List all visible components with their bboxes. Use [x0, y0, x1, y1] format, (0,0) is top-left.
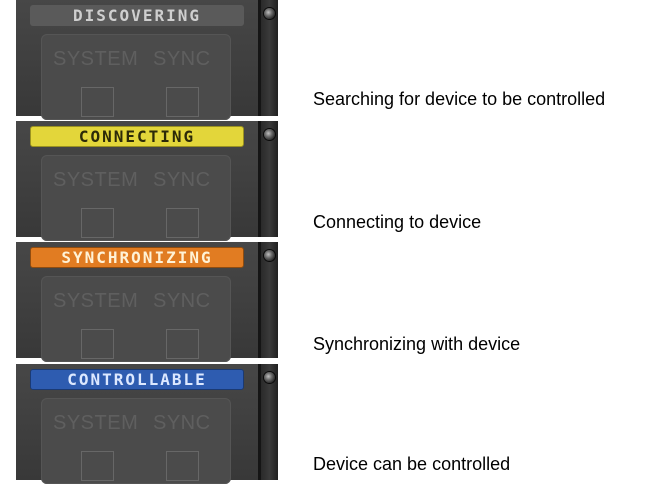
state-row-discovering: DISCOVERING SYSTEM SYNC Searching for de…: [0, 0, 654, 120]
sync-label: SYNC: [153, 290, 211, 312]
panel-body: SYNCHRONIZING SYSTEM SYNC: [16, 242, 258, 362]
sync-label: SYNC: [153, 412, 211, 434]
system-label: SYSTEM: [53, 412, 139, 434]
system-indicator: [81, 87, 114, 117]
sync-indicator: [166, 208, 199, 238]
indicator-group: SYSTEM SYNC: [41, 155, 231, 241]
panel-side-rail: [261, 364, 278, 480]
network-panel: CONTROLLABLE SYSTEM SYNC: [16, 364, 278, 484]
system-indicator: [81, 208, 114, 238]
system-label: SYSTEM: [53, 169, 139, 191]
system-label: SYSTEM: [53, 290, 139, 312]
state-row-connecting: CONNECTING SYSTEM SYNC Connecting to dev…: [0, 121, 654, 241]
state-row-controllable: CONTROLLABLE SYSTEM SYNC Device can be c…: [0, 364, 654, 484]
sync-label: SYNC: [153, 169, 211, 191]
status-indicator: DISCOVERING: [30, 5, 244, 26]
state-row-synchronizing: SYNCHRONIZING SYSTEM SYNC Synchronizing …: [0, 242, 654, 362]
status-indicator: SYNCHRONIZING: [30, 247, 244, 268]
status-indicator: CONNECTING: [30, 126, 244, 147]
screw-knob-icon: [264, 372, 275, 383]
sync-indicator: [166, 329, 199, 359]
state-description: Synchronizing with device: [313, 334, 521, 354]
indicator-group: SYSTEM SYNC: [41, 276, 231, 362]
state-description: Searching for device to be controlled: [313, 89, 606, 109]
indicator-group: SYSTEM SYNC: [41, 34, 231, 120]
screw-knob-icon: [264, 250, 275, 261]
panel-body: CONNECTING SYSTEM SYNC: [16, 121, 258, 241]
screw-knob-icon: [264, 129, 275, 140]
network-panel: SYNCHRONIZING SYSTEM SYNC: [16, 242, 278, 362]
sync-indicator: [166, 451, 199, 481]
state-description: Device can be controlled: [313, 454, 511, 474]
status-indicator: CONTROLLABLE: [30, 369, 244, 390]
panel-side-rail: [261, 121, 278, 237]
system-indicator: [81, 329, 114, 359]
network-panel: CONNECTING SYSTEM SYNC: [16, 121, 278, 241]
panel-side-rail: [261, 0, 278, 116]
network-panel: DISCOVERING SYSTEM SYNC: [16, 0, 278, 120]
state-description: Connecting to device: [313, 212, 482, 232]
system-indicator: [81, 451, 114, 481]
sync-indicator: [166, 87, 199, 117]
system-label: SYSTEM: [53, 48, 139, 70]
panel-body: CONTROLLABLE SYSTEM SYNC: [16, 364, 258, 484]
indicator-group: SYSTEM SYNC: [41, 398, 231, 484]
sync-label: SYNC: [153, 48, 211, 70]
panel-body: DISCOVERING SYSTEM SYNC: [16, 0, 258, 120]
panel-side-rail: [261, 242, 278, 358]
screw-knob-icon: [264, 8, 275, 19]
